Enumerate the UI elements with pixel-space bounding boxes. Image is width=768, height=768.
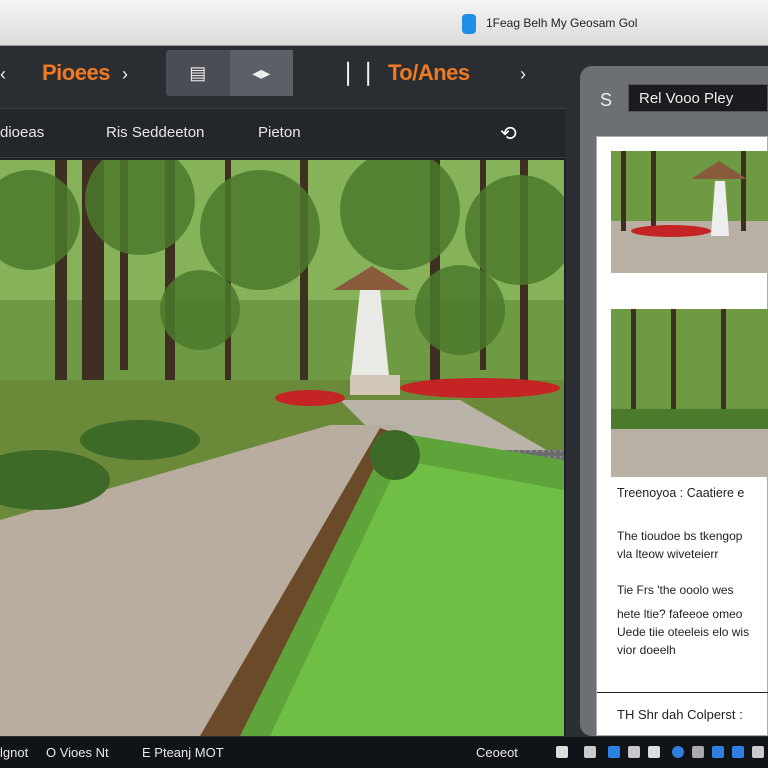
app-icon [462,14,476,34]
para2-line4: vior doeelh [617,643,676,657]
para2-line3: Uede tiie oteeleis elo wis [617,625,750,639]
swap-arrows-icon[interactable]: ◂▸ [229,50,293,96]
park-scene-image [0,160,564,736]
main-photo[interactable] [0,160,564,736]
panel-footer: TH Shr dah Colperst : [617,707,743,722]
tray-blue-icon[interactable] [608,746,620,758]
panel-card: Treenoyoa : Caatiere e The tioudoe bs tk… [596,136,768,736]
thumbnail-2-image [611,309,768,477]
thumbnail-1[interactable] [611,151,768,273]
para2-line1: Tie Frs 'the ooolo wes [617,583,734,597]
para1-line2: vla lteow wiveteierr [617,547,719,561]
nav-pictures-link[interactable]: Pioees [42,60,110,86]
caption-heading: Treenoyoa : Caatiere e [617,486,745,500]
thumbnail-1-image [611,151,768,273]
para2-line2: hete ltie? fafeeoe omeo [617,607,743,621]
sub-navigation: dioeas Ris Seddeeton Pieton ⟲ [0,108,566,158]
chevron-right-icon-2[interactable]: › [520,64,526,85]
taskbar: lgnot O Vioes Nt E Pteanj MOT Ceoeot [0,736,768,768]
gallery-view-icon[interactable]: ▤ [166,50,230,96]
taskbar-item-right[interactable]: Ceoeot [476,745,518,760]
taskbar-item-videos[interactable]: O Vioes Nt [46,745,109,760]
thumbnail-2[interactable] [611,309,768,477]
chevron-right-icon[interactable]: › [122,64,128,85]
tray-sound-icon[interactable] [692,746,704,758]
right-panel: S Rel Vooo Pley Treenoyoa : Caatiere e T… [566,46,768,736]
chevron-left-icon[interactable]: ‹ [0,64,6,85]
tray-network-icon[interactable] [672,746,684,758]
tray-app-icon[interactable] [648,746,660,758]
taskbar-item-pteanj[interactable]: E Pteanj MOT [142,745,224,760]
panel-title-field[interactable]: Rel Vooo Pley [628,84,768,112]
window-title: 1Feag Belh My Geosam Gol [486,16,638,30]
nav-tours-link[interactable]: To/Anes [388,60,470,86]
pause-icon[interactable]: ❘❘ [338,58,378,87]
tray-close-icon[interactable] [732,746,744,758]
para1-line1: The tioudoe bs tkengop [617,529,743,543]
taskbar-item-1[interactable]: lgnot [0,745,28,760]
tray-more-icon[interactable] [752,746,764,758]
tray-doc-icon[interactable] [628,746,640,758]
view-toggle: ▤ ◂▸ [166,50,293,96]
share-icon[interactable]: ⟲ [500,121,517,146]
divider [597,692,768,693]
tray-monitor-icon[interactable] [556,746,568,758]
window-titlebar: 1Feag Belh My Geosam Gol [0,0,768,46]
tray-mail-icon[interactable] [712,746,724,758]
tray-window-icon[interactable] [584,746,596,758]
subnav-item-ideas[interactable]: dioeas [0,124,44,141]
subnav-item-photon[interactable]: Pieton [258,124,301,141]
panel-s-label: S [600,90,613,110]
subnav-item-selection[interactable]: Ris Seddeeton [106,124,204,141]
